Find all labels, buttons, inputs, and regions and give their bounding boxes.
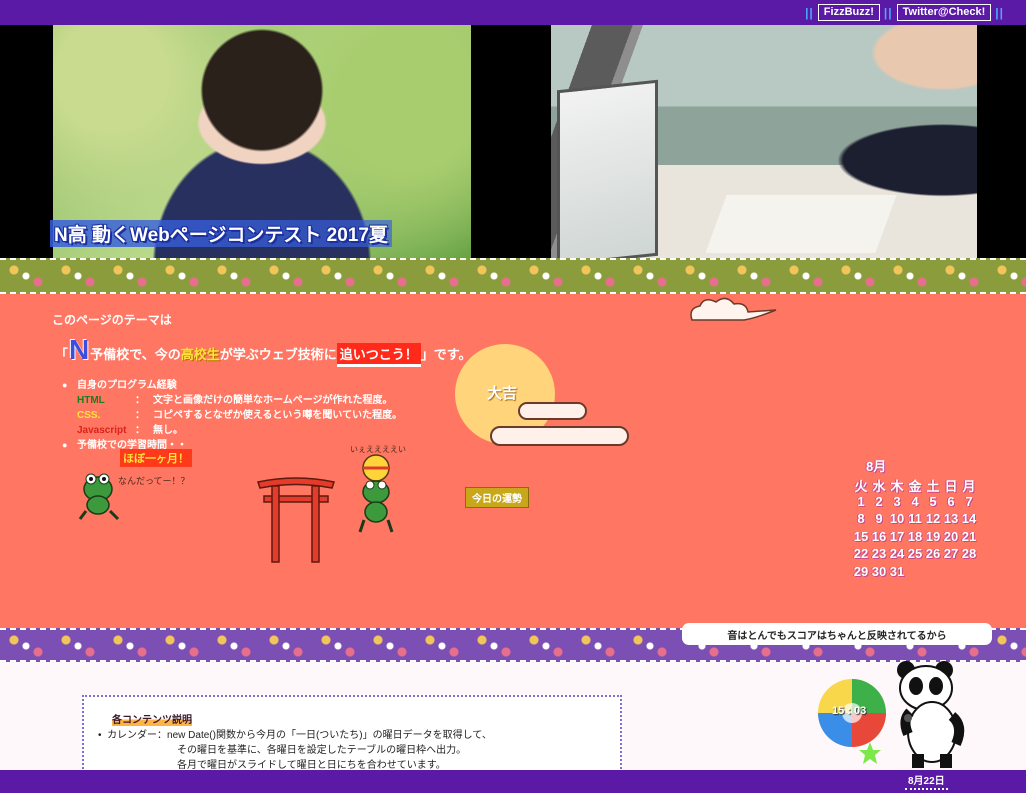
link-separator: || (995, 5, 1004, 20)
tagline-highlight-highschool: 高校生 (180, 347, 220, 362)
frog-left-caption: なんだってー！？ (118, 476, 190, 486)
calendar-week: 29 30 31 (853, 563, 905, 579)
link-separator: || (805, 5, 814, 20)
panda-icon (897, 661, 965, 768)
fortune-result: 大吉 (487, 385, 518, 402)
theme-label: このページのテーマは (52, 313, 172, 327)
twitter-check-link[interactable]: Twitter@Check! (896, 4, 992, 21)
study-value: ほぼ一ヶ月！ (120, 449, 192, 467)
fortune-cloud (490, 426, 629, 446)
top-bar: || FizzBuzz! || Twitter@Check! || (0, 0, 1026, 25)
cloud-icon (690, 297, 777, 321)
bottom-bar (0, 770, 1026, 793)
contents-title: 各コンテンツ説明 (112, 711, 192, 726)
theme-tagline: 「 N 予備校で、今の 高校生 が学ぶウェブ技術に 追いつこう！ 」 です。 (55, 334, 472, 367)
tagline-part3: です。 (433, 347, 472, 362)
calendar-week: 1 2 3 4 5 6 7 (857, 493, 973, 509)
contents-line-1: • カレンダー：new Date()関数から今月の「一日(ついたち)」の曜日デー… (98, 730, 492, 741)
fizzbuzz-link[interactable]: FizzBuzz! (817, 4, 880, 21)
page-title: N高 動くWebページコンテスト 2017夏 (50, 220, 392, 247)
n-letter: N (69, 334, 90, 365)
list-item: Javascript ： 無し。 (62, 421, 442, 436)
contents-description-box: 各コンテンツ説明 • カレンダー：new Date()関数から今月の「一日(つい… (82, 695, 622, 777)
classroom-laptop-photo (551, 25, 977, 267)
close-quote: 」 (420, 347, 434, 362)
link-separator: || (883, 5, 893, 20)
experience-list: ● 自身のプログラム経験 HTML ： 文字と画像だけの簡単なホームページが作れ… (62, 376, 442, 451)
lang-js-desc: 無し。 (153, 425, 183, 436)
current-date: 8月22日 (905, 771, 948, 790)
calendar-weekdays: 火 水 木 金 土 日 月 (854, 479, 976, 494)
main-area: このページのテーマは 「 N 予備校で、今の 高校生 が学ぶウェブ技術に 追いつ… (0, 294, 1026, 628)
fortune-cloud (518, 402, 587, 420)
fortune-button[interactable]: 今日の運勢 (465, 487, 529, 508)
contents-line-2: その曜日を基準に、各曜日を設定したテーブルの曜日枠へ出力。 (177, 745, 467, 756)
tagline-part2: が学ぶウェブ技術に (219, 347, 337, 362)
tagline-highlight-catchup: 追いつこう！ (336, 343, 421, 367)
open-quote: 「 (55, 347, 69, 362)
game-timer: 15 : 03 (832, 705, 867, 717)
frog-left-icon (78, 473, 120, 521)
list-item: ● 自身のプログラム経験 (62, 376, 442, 391)
laptop-shape (557, 79, 658, 267)
sound-note-banner: 音はとんでもスコアはちゃんと反映されてるから (682, 623, 992, 645)
contents-line-3: 各月で曜日がスライドして曜日と日にちを合わせています。 (177, 760, 446, 771)
list-item: HTML ： 文字と画像だけの簡単なホームページが作れた程度。 (62, 391, 442, 406)
calendar-week: 22 23 24 25 26 27 28 (853, 546, 977, 561)
experience-heading: 自身のプログラム経験 (77, 380, 177, 391)
calendar-week: 15 16 17 18 19 20 21 (853, 528, 977, 544)
calendar-week: 8 9 10 11 12 13 14 (857, 511, 977, 526)
paper-shape (705, 195, 897, 253)
lang-html-desc: 文字と画像だけの簡単なホームページが作れた程度。 (153, 395, 393, 406)
calendar: 8月 火 水 木 金 土 日 月 1 2 3 4 5 6 7 8 9 10 11… (852, 456, 978, 581)
frog-right-icon (358, 454, 394, 533)
lang-css-desc: コピペするとなぜか使えるという噂を聞いていた程度。 (153, 410, 403, 421)
torii-gate-icon (257, 477, 335, 563)
lang-html: HTML (77, 395, 105, 406)
lang-js: Javascript (77, 425, 127, 436)
list-item: CSS. ： コピペするとなぜか使えるという噂を聞いていた程度。 (62, 406, 442, 421)
calendar-month: 8月 (866, 459, 887, 474)
top-links: || FizzBuzz! || Twitter@Check! || (805, 4, 1004, 21)
pattern-strip-top (0, 258, 1026, 294)
lang-css: CSS. (77, 410, 101, 421)
star-icon (859, 742, 881, 764)
tagline-part1: 予備校で、今の (90, 347, 181, 362)
